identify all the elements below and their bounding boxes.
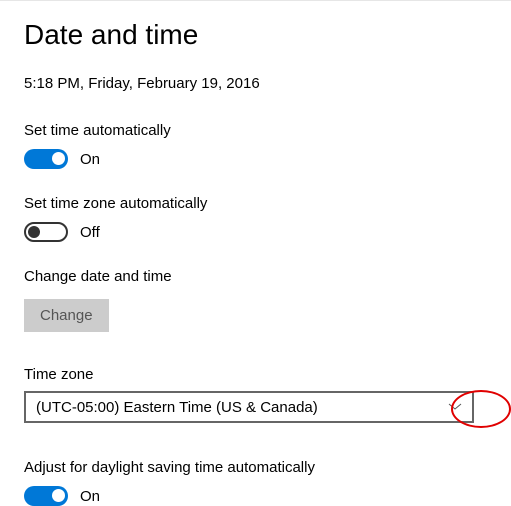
timezone-dropdown[interactable]: (UTC-05:00) Eastern Time (US & Canada) xyxy=(24,391,474,423)
change-button[interactable]: Change xyxy=(24,299,109,332)
timezone-selected-value: (UTC-05:00) Eastern Time (US & Canada) xyxy=(36,399,318,416)
set-time-auto-state: On xyxy=(80,151,100,168)
dst-toggle[interactable] xyxy=(24,486,68,506)
set-tz-auto-label: Set time zone automatically xyxy=(24,195,487,212)
set-tz-auto-state: Off xyxy=(80,224,100,241)
change-date-time-label: Change date and time xyxy=(24,268,487,285)
dst-label: Adjust for daylight saving time automati… xyxy=(24,459,487,476)
timezone-label: Time zone xyxy=(24,366,487,383)
dst-state: On xyxy=(80,488,100,505)
page-title: Date and time xyxy=(24,19,487,51)
toggle-knob xyxy=(28,226,40,238)
current-date-time: 5:18 PM, Friday, February 19, 2016 xyxy=(24,75,487,92)
toggle-knob xyxy=(52,489,65,502)
set-time-auto-label: Set time automatically xyxy=(24,122,487,139)
set-tz-auto-toggle[interactable] xyxy=(24,222,68,242)
set-time-auto-toggle[interactable] xyxy=(24,149,68,169)
toggle-knob xyxy=(52,152,65,165)
chevron-down-icon xyxy=(448,403,462,411)
